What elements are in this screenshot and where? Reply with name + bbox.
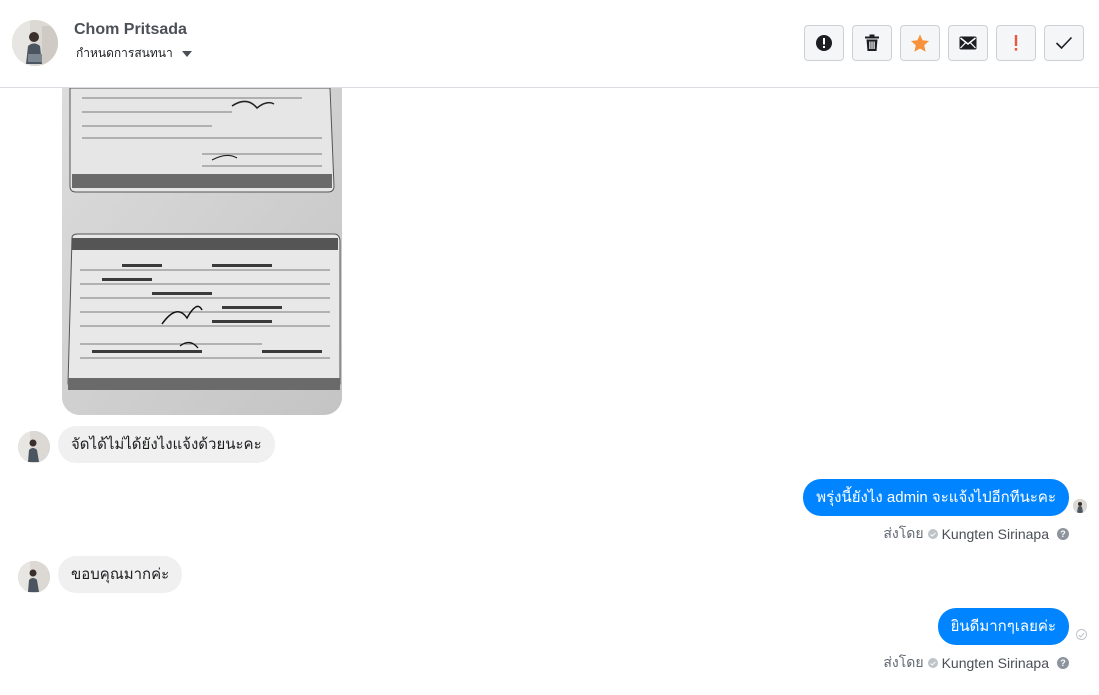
follow-up-button[interactable] [996,25,1036,61]
outgoing-message[interactable]: ยินดีมากๆเลยค่ะ [937,608,1069,645]
sender-avatar[interactable] [18,431,50,463]
read-receipt-avatar [1073,499,1087,513]
contact-name[interactable]: Chom Pritsada [74,21,187,39]
delete-button[interactable] [852,25,892,61]
sent-by-agent[interactable]: Kungten Sirinapa [942,526,1049,542]
star-button[interactable] [900,25,940,61]
sender-avatar[interactable] [18,561,50,593]
verified-check-icon [927,658,938,668]
help-icon[interactable]: ? [1057,528,1069,540]
exclamation-icon [1014,35,1018,51]
incoming-message[interactable]: จัดได้ไม่ได้ยังไงแจ้งด้วยนะคะ [58,426,275,463]
sent-by-line: ส่งโดย Kungten Sirinapa ? [883,652,1069,674]
sent-by-line: ส่งโดย Kungten Sirinapa ? [883,523,1069,545]
mark-spam-button[interactable] [804,25,844,61]
caret-down-icon [181,50,192,57]
conversation-actions [804,25,1084,61]
trash-icon [865,34,879,51]
done-button[interactable] [1044,25,1084,61]
delivered-check-icon [1076,629,1087,640]
label-dropdown-text: กำหนดการสนทนา [76,46,173,60]
incoming-message[interactable]: ขอบคุณมากค่ะ [58,556,183,593]
check-icon [1055,36,1073,50]
shared-photo-attachment[interactable] [62,88,342,415]
verified-check-icon [927,529,938,539]
conversation-header: Chom Pritsada กำหนดการสนทนา [0,0,1099,88]
mark-unread-button[interactable] [948,25,988,61]
sent-by-prefix: ส่งโดย [883,654,924,670]
help-icon[interactable]: ? [1057,657,1069,669]
star-icon [911,34,929,52]
envelope-icon [959,36,977,50]
sent-by-agent[interactable]: Kungten Sirinapa [942,655,1049,671]
alert-circle-icon [816,35,832,51]
sent-by-prefix: ส่งโดย [883,525,924,541]
contact-avatar[interactable] [12,20,58,66]
outgoing-message[interactable]: พรุ่งนี้ยังไง admin จะแจ้งไปอีกทีนะคะ [803,479,1069,516]
conversation-label-dropdown[interactable]: กำหนดการสนทนา [76,44,192,63]
